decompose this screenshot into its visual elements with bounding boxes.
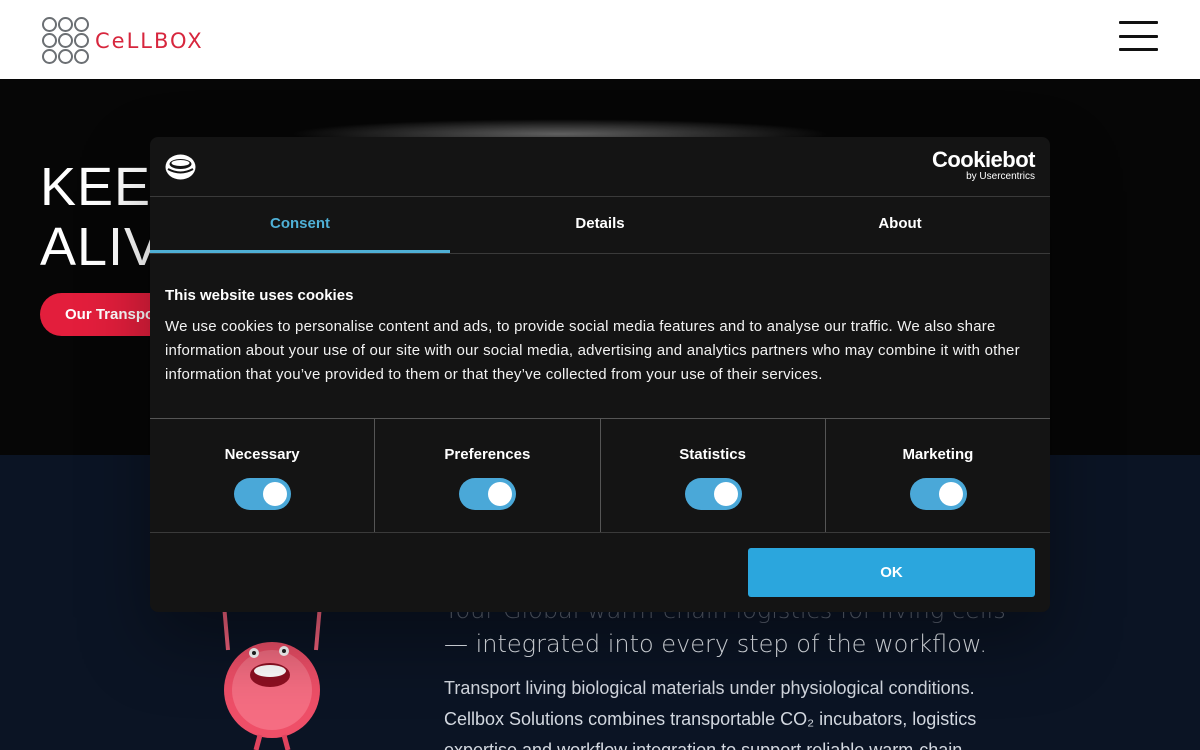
category-statistics: Statistics bbox=[601, 419, 826, 532]
cookie-tabs: Consent Details About bbox=[150, 197, 1050, 254]
cookie-consent-dialog: Cookiebot by Usercentrics Consent Detail… bbox=[150, 137, 1050, 612]
category-label: Necessary bbox=[224, 446, 300, 463]
cookie-description: We use cookies to personalise content an… bbox=[165, 318, 1020, 383]
logo-text: CeLLBOX bbox=[95, 28, 204, 53]
site-header: CeLLBOX bbox=[0, 0, 1200, 79]
category-necessary: Necessary bbox=[150, 419, 376, 532]
tab-details[interactable]: Details bbox=[450, 197, 750, 253]
cookiebot-brand-name: Cookiebot bbox=[931, 147, 1036, 172]
cookie-dialog-header: Cookiebot by Usercentrics bbox=[150, 137, 1050, 197]
hamburger-menu-icon[interactable] bbox=[1119, 21, 1158, 51]
marketing-toggle[interactable] bbox=[909, 478, 967, 510]
tagline-main: — integrated into every step of the work… bbox=[444, 630, 987, 658]
category-preferences: Preferences bbox=[375, 419, 601, 532]
tab-consent[interactable]: Consent bbox=[150, 197, 450, 253]
category-label: Marketing bbox=[902, 446, 974, 463]
cookiebot-logo-icon bbox=[165, 154, 196, 180]
tab-about[interactable]: About bbox=[750, 197, 1050, 253]
cookie-heading: This website uses cookies bbox=[165, 287, 354, 304]
statistics-toggle[interactable] bbox=[684, 478, 742, 510]
category-label: Statistics bbox=[679, 446, 746, 463]
cellbox-logo[interactable]: CeLLBOX bbox=[42, 17, 204, 64]
ok-button[interactable]: OK bbox=[748, 548, 1035, 597]
cookiebot-brand[interactable]: Cookiebot by Usercentrics bbox=[931, 147, 1036, 183]
cell-mascot-illustration bbox=[222, 605, 322, 750]
cookiebot-brand-sub: by Usercentrics bbox=[966, 171, 1035, 182]
necessary-toggle[interactable] bbox=[234, 478, 292, 510]
intro-body: Transport living biological materials un… bbox=[444, 678, 977, 750]
category-label: Preferences bbox=[444, 446, 531, 463]
cookie-categories: Necessary Preferences Statistics Marketi… bbox=[150, 418, 1050, 533]
logo-circles-icon bbox=[42, 17, 89, 64]
preferences-toggle[interactable] bbox=[459, 478, 517, 510]
category-marketing: Marketing bbox=[826, 419, 1050, 532]
